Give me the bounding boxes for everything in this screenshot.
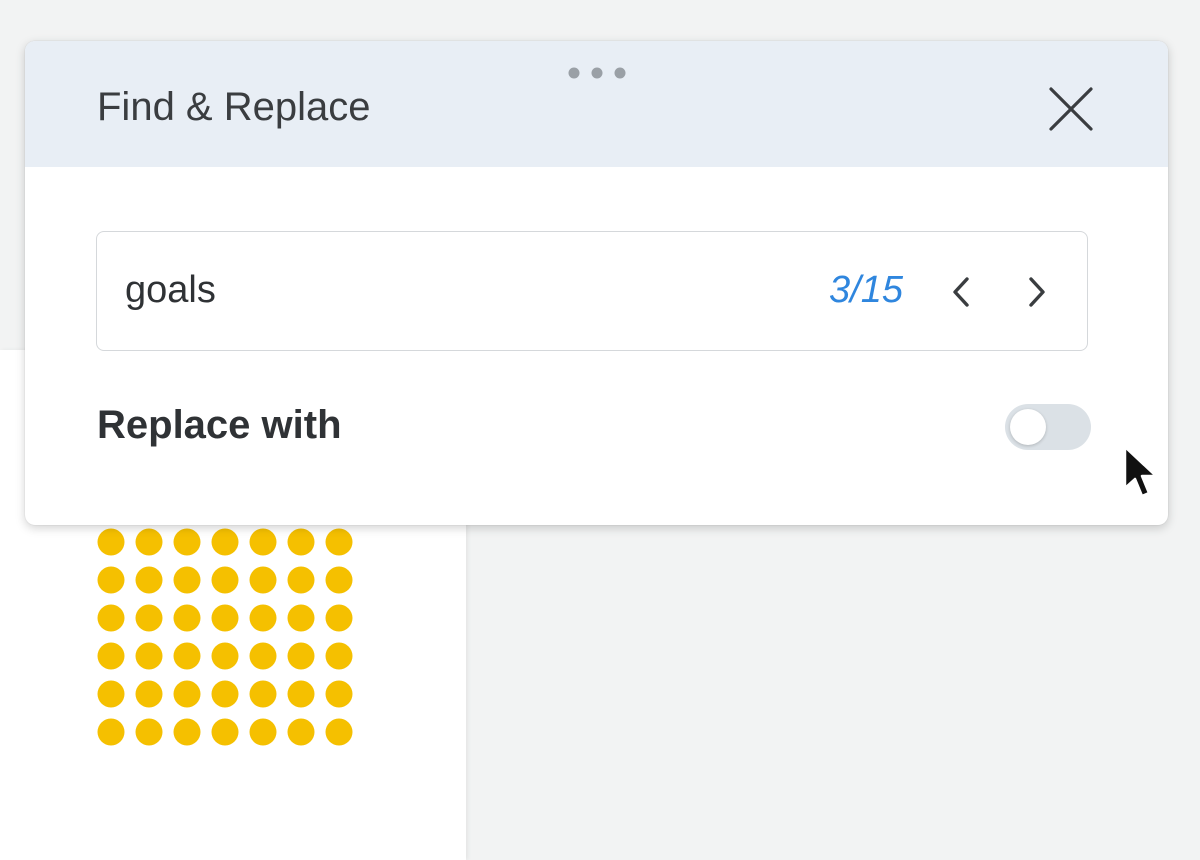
yellow-dot — [325, 566, 353, 594]
dialog-title: Find & Replace — [97, 85, 371, 129]
dot-pattern-graphic — [97, 528, 353, 746]
close-icon — [1049, 87, 1093, 131]
dialog-header: Find & Replace — [25, 41, 1168, 167]
yellow-dot — [173, 680, 201, 708]
yellow-dot — [249, 604, 277, 632]
yellow-dot — [135, 528, 163, 556]
yellow-dot — [325, 718, 353, 746]
yellow-dot — [97, 718, 125, 746]
yellow-dot — [173, 718, 201, 746]
yellow-dot — [97, 642, 125, 670]
yellow-dot — [211, 566, 239, 594]
yellow-dot — [249, 528, 277, 556]
yellow-dot — [325, 604, 353, 632]
find-replace-dialog: Find & Replace 3/15 Replace with — [25, 41, 1168, 525]
yellow-dot — [325, 642, 353, 670]
yellow-dot — [135, 680, 163, 708]
close-button[interactable] — [1043, 81, 1099, 137]
match-count: 3/15 — [829, 269, 903, 311]
yellow-dot — [249, 680, 277, 708]
more-horizontal-icon[interactable] — [565, 66, 629, 80]
yellow-dot — [173, 604, 201, 632]
yellow-dot — [287, 604, 315, 632]
yellow-dot — [287, 528, 315, 556]
yellow-dot-pattern — [97, 528, 357, 748]
yellow-dot — [97, 528, 125, 556]
yellow-dot — [287, 680, 315, 708]
yellow-dot — [211, 680, 239, 708]
yellow-dot — [249, 566, 277, 594]
yellow-dot — [211, 604, 239, 632]
yellow-dot — [97, 680, 125, 708]
yellow-dot — [211, 718, 239, 746]
chevron-right-icon — [1029, 277, 1045, 307]
yellow-dot — [97, 566, 125, 594]
yellow-dot — [97, 604, 125, 632]
find-input[interactable] — [125, 262, 765, 318]
yellow-dot — [249, 642, 277, 670]
previous-match-button[interactable] — [939, 268, 983, 316]
yellow-dot — [173, 528, 201, 556]
yellow-dot — [135, 566, 163, 594]
yellow-dot — [287, 718, 315, 746]
find-field: 3/15 — [96, 231, 1088, 351]
next-match-button[interactable] — [1015, 268, 1059, 316]
yellow-dot — [287, 566, 315, 594]
yellow-dot — [135, 718, 163, 746]
yellow-dot — [211, 528, 239, 556]
yellow-dot — [135, 604, 163, 632]
replace-with-label: Replace with — [97, 403, 342, 447]
yellow-dot — [173, 566, 201, 594]
toggle-knob — [1010, 409, 1046, 445]
yellow-dot — [325, 528, 353, 556]
yellow-dot — [287, 642, 315, 670]
yellow-dot — [211, 642, 239, 670]
replace-toggle[interactable] — [1005, 404, 1091, 450]
chevron-left-icon — [953, 277, 969, 307]
yellow-dot — [249, 718, 277, 746]
yellow-dot — [325, 680, 353, 708]
yellow-dot — [135, 642, 163, 670]
yellow-dot — [173, 642, 201, 670]
